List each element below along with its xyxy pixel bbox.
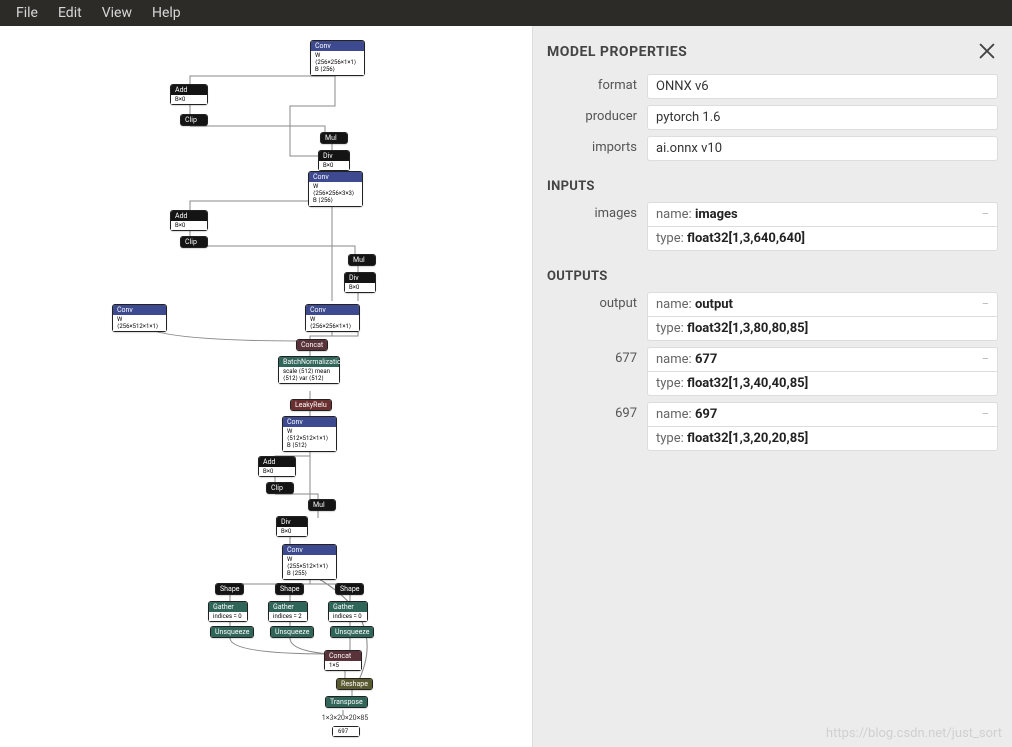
input-label: images [547, 202, 647, 251]
output-type: type: float32[1,3,80,80,85] [647, 316, 998, 341]
prop-value-producer: pytorch 1.6 [647, 105, 998, 130]
tensor-shape-label: 1×3×20×20×85 [315, 714, 375, 722]
node-unsqueeze[interactable]: Unsqueeze [210, 626, 254, 638]
menu-edit[interactable]: Edit [48, 5, 92, 21]
output-name: name: output− [647, 292, 998, 316]
node-batchnorm[interactable]: BatchNormalizationscale ⟨512⟩ mean ⟨512⟩… [278, 356, 340, 384]
node-reshape[interactable]: Reshape [336, 678, 373, 690]
panel-title: MODEL PROPERTIES [547, 44, 998, 60]
prop-label-producer: producer [547, 105, 647, 130]
prop-label-format: format [547, 74, 647, 99]
node-conv[interactable]: ConvW ⟨256×256×1×1⟩ [305, 304, 360, 332]
node-conv[interactable]: ConvW ⟨255×512×1×1⟩ B ⟨255⟩ [282, 544, 337, 580]
node-transpose[interactable]: Transpose [325, 696, 368, 708]
node-mul[interactable]: Mul [348, 254, 376, 266]
menu-view[interactable]: View [92, 5, 142, 21]
node-concat[interactable]: Concat1×5 [324, 650, 362, 671]
node-conv[interactable]: ConvW ⟨512×512×1×1⟩ B ⟨512⟩ [282, 416, 337, 452]
node-add[interactable]: AddB×0 [170, 210, 208, 231]
menu-file[interactable]: File [6, 5, 48, 21]
prop-value-format: ONNX v6 [647, 74, 998, 99]
node-conv[interactable]: ConvW ⟨256×512×1×1⟩ [112, 304, 167, 332]
node-gather[interactable]: Gatherindices = 2 [268, 601, 308, 622]
model-properties-panel: MODEL PROPERTIES format ONNX v6 producer… [532, 26, 1012, 747]
node-conv[interactable]: ConvW ⟨256×256×3×3⟩ B ⟨256⟩ [308, 171, 363, 207]
output-label: 677 [547, 347, 647, 396]
close-icon[interactable] [976, 40, 998, 62]
node-shape[interactable]: Shape [335, 583, 364, 595]
input-type: type: float32[1,3,640,640] [647, 226, 998, 251]
prop-label-imports: imports [547, 136, 647, 161]
node-div[interactable]: DivB×0 [276, 516, 308, 537]
node-shape[interactable]: Shape [275, 583, 304, 595]
node-clip[interactable]: Clip [266, 482, 294, 494]
section-outputs: OUTPUTS [547, 269, 998, 284]
output-label: output [547, 292, 647, 341]
node-conv[interactable]: ConvW ⟨256×256×1×1⟩ B ⟨256⟩ [310, 40, 365, 76]
node-mul[interactable]: Mul [320, 132, 348, 144]
node-unsqueeze[interactable]: Unsqueeze [270, 626, 314, 638]
menubar: File Edit View Help [0, 0, 1012, 26]
input-name: name: images− [647, 202, 998, 226]
prop-value-imports: ai.onnx v10 [647, 136, 998, 161]
node-add[interactable]: AddB×0 [258, 456, 296, 477]
section-inputs: INPUTS [547, 179, 998, 194]
node-div[interactable]: DivB×0 [318, 150, 350, 171]
node-add[interactable]: AddB×0 [170, 84, 208, 105]
node-leakyrelu[interactable]: LeakyRelu [290, 399, 332, 411]
output-id-label: 697 [332, 726, 360, 737]
output-name: name: 677− [647, 347, 998, 371]
node-mul[interactable]: Mul [308, 499, 336, 511]
node-unsqueeze[interactable]: Unsqueeze [330, 626, 374, 638]
output-name: name: 697− [647, 402, 998, 426]
output-label: 697 [547, 402, 647, 451]
menu-help[interactable]: Help [142, 5, 191, 21]
node-gather[interactable]: Gatherindices = 0 [208, 601, 248, 622]
node-gather[interactable]: Gatherindices = 0 [328, 601, 368, 622]
output-type: type: float32[1,3,40,40,85] [647, 371, 998, 396]
node-concat[interactable]: Concat [296, 339, 328, 351]
node-clip[interactable]: Clip [180, 114, 208, 126]
node-div[interactable]: DivB×0 [344, 272, 376, 293]
node-shape[interactable]: Shape [215, 583, 244, 595]
output-type: type: float32[1,3,20,20,85] [647, 426, 998, 451]
node-clip[interactable]: Clip [180, 236, 208, 248]
